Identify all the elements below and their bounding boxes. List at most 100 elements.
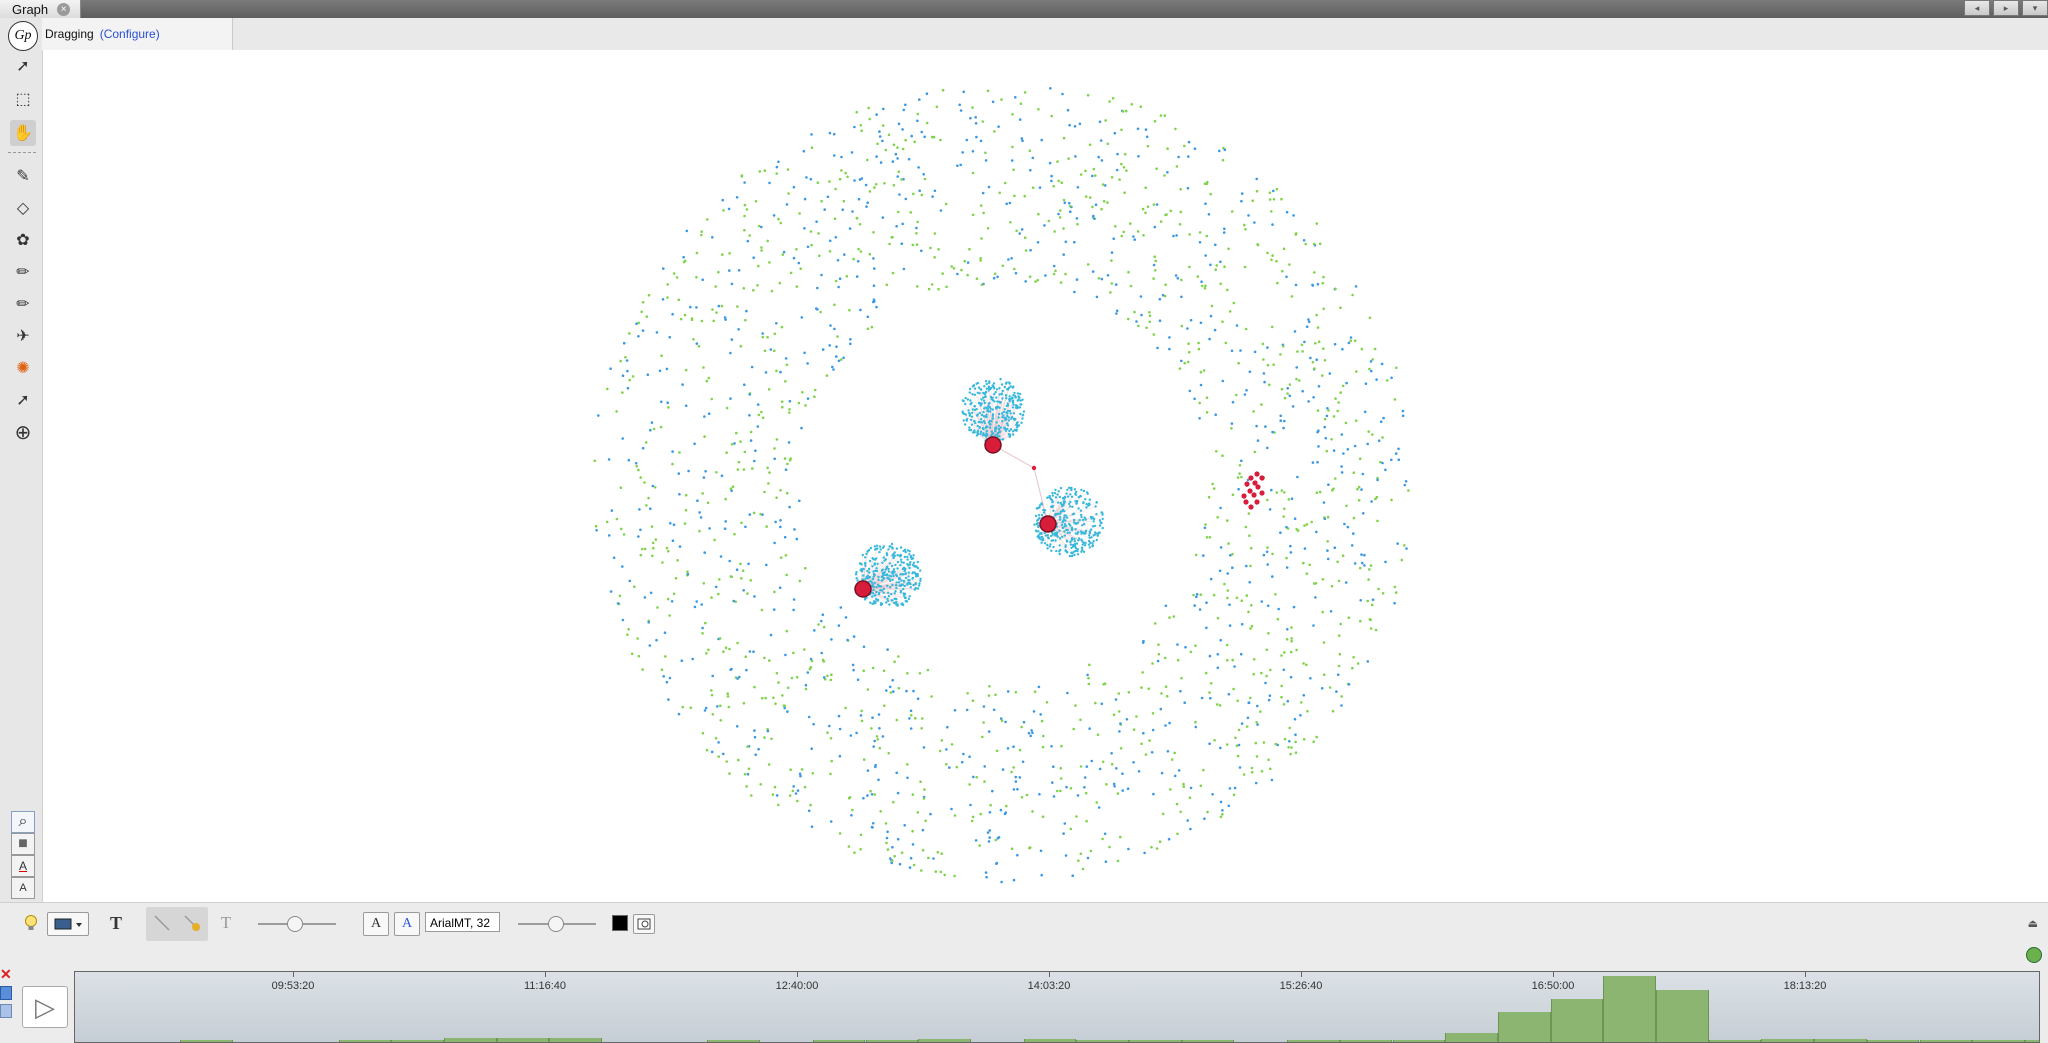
graph-node[interactable] (1118, 178, 1121, 181)
graph-node[interactable] (1204, 671, 1208, 675)
graph-node[interactable] (1340, 471, 1344, 474)
graph-node[interactable] (971, 213, 975, 217)
graph-node[interactable] (1314, 342, 1317, 345)
graph-node[interactable] (932, 857, 935, 860)
cluster-node[interactable] (1014, 396, 1017, 399)
cluster-node[interactable] (970, 423, 974, 426)
graph-node[interactable] (728, 269, 731, 272)
graph-node[interactable] (1370, 603, 1374, 607)
cluster-node[interactable] (1013, 418, 1016, 421)
graph-node[interactable] (987, 840, 991, 843)
graph-node[interactable] (726, 695, 730, 698)
graph-node[interactable] (1114, 698, 1118, 701)
graph-node[interactable] (768, 181, 771, 185)
graph-node[interactable] (707, 376, 711, 380)
cluster-node[interactable] (919, 569, 922, 572)
graph-node[interactable] (761, 332, 764, 335)
cluster-node[interactable] (978, 425, 981, 429)
graph-node[interactable] (810, 747, 813, 750)
graph-node[interactable] (747, 562, 750, 566)
graph-node[interactable] (1331, 489, 1334, 492)
graph-node[interactable] (1056, 160, 1059, 163)
graph-node[interactable] (788, 794, 792, 797)
cluster-node[interactable] (1061, 526, 1065, 530)
graph-node[interactable] (1256, 243, 1259, 246)
cluster-node[interactable] (914, 583, 917, 586)
graph-node[interactable] (1225, 743, 1229, 746)
graph-node[interactable] (781, 253, 785, 256)
graph-node[interactable] (1014, 690, 1018, 694)
graph-node[interactable] (742, 589, 745, 592)
cluster-node[interactable] (1058, 544, 1061, 547)
cluster-node[interactable] (1064, 519, 1067, 522)
graph-node[interactable] (1033, 690, 1037, 693)
graph-node[interactable] (747, 767, 751, 771)
cluster-node[interactable] (873, 545, 877, 548)
cluster-node[interactable] (1095, 513, 1098, 516)
graph-node[interactable] (766, 729, 770, 733)
graph-node[interactable] (888, 685, 892, 689)
graph-node[interactable] (1029, 168, 1032, 172)
graph-node[interactable] (1086, 263, 1090, 266)
graph-node[interactable] (1003, 181, 1007, 185)
graph-node[interactable] (753, 685, 756, 689)
graph-node[interactable] (1271, 575, 1274, 578)
graph-node[interactable] (727, 207, 731, 211)
graph-node[interactable] (991, 100, 995, 104)
graph-node[interactable] (908, 866, 912, 869)
graph-node[interactable] (831, 365, 834, 369)
graph-node[interactable] (836, 335, 839, 338)
graph-node[interactable] (1198, 241, 1202, 244)
cluster-node[interactable] (911, 563, 915, 567)
graph-node[interactable] (1282, 703, 1286, 706)
cluster-node[interactable] (880, 602, 884, 606)
graph-node[interactable] (724, 520, 727, 523)
graph-node[interactable] (665, 367, 669, 371)
graph-node[interactable] (784, 554, 788, 557)
graph-node[interactable] (1197, 347, 1201, 351)
graph-node[interactable] (1227, 804, 1231, 808)
graph-node[interactable] (907, 157, 911, 161)
graph-node[interactable] (701, 626, 704, 630)
edge-labels-button[interactable]: T (214, 912, 238, 934)
graph-node[interactable] (1195, 593, 1199, 596)
graph-node[interactable] (858, 223, 862, 226)
graph-node[interactable] (1286, 392, 1289, 395)
graph-node[interactable] (1150, 845, 1153, 849)
cluster-node[interactable] (999, 426, 1002, 429)
graph-node[interactable] (832, 154, 836, 157)
cluster-node[interactable] (903, 584, 906, 588)
graph-node[interactable] (655, 638, 658, 642)
graph-node[interactable] (1010, 847, 1014, 850)
graph-node[interactable] (1231, 658, 1234, 662)
graph-node[interactable] (1065, 785, 1068, 789)
graph-node[interactable] (848, 308, 851, 312)
cluster-node[interactable] (1015, 429, 1018, 432)
cluster-node[interactable] (1085, 502, 1088, 506)
graph-node[interactable] (838, 727, 842, 731)
graph-node[interactable] (1158, 319, 1162, 323)
cluster-node[interactable] (985, 429, 988, 433)
cluster-node[interactable] (976, 413, 979, 416)
graph-node[interactable] (1028, 275, 1032, 278)
cluster-node[interactable] (965, 418, 969, 421)
cluster-node[interactable] (864, 556, 867, 559)
graph-node[interactable] (726, 692, 729, 695)
graph-node[interactable] (980, 283, 984, 286)
cluster-node[interactable] (888, 603, 891, 606)
graph-node[interactable] (1373, 347, 1377, 351)
graph-node[interactable] (667, 549, 670, 553)
graph-node[interactable] (620, 527, 623, 531)
graph-node[interactable] (806, 362, 809, 365)
graph-node[interactable] (1095, 295, 1099, 299)
graph-node[interactable] (832, 368, 835, 371)
graph-node[interactable] (1290, 637, 1293, 640)
graph-node[interactable] (1126, 317, 1130, 321)
graph-node[interactable] (795, 248, 798, 251)
graph-node[interactable] (1371, 598, 1375, 601)
graph-node[interactable] (1124, 109, 1128, 113)
hub-node[interactable] (1254, 471, 1260, 477)
hub-node[interactable] (1248, 475, 1254, 481)
cluster-node[interactable] (861, 553, 864, 557)
graph-node[interactable] (870, 727, 873, 730)
